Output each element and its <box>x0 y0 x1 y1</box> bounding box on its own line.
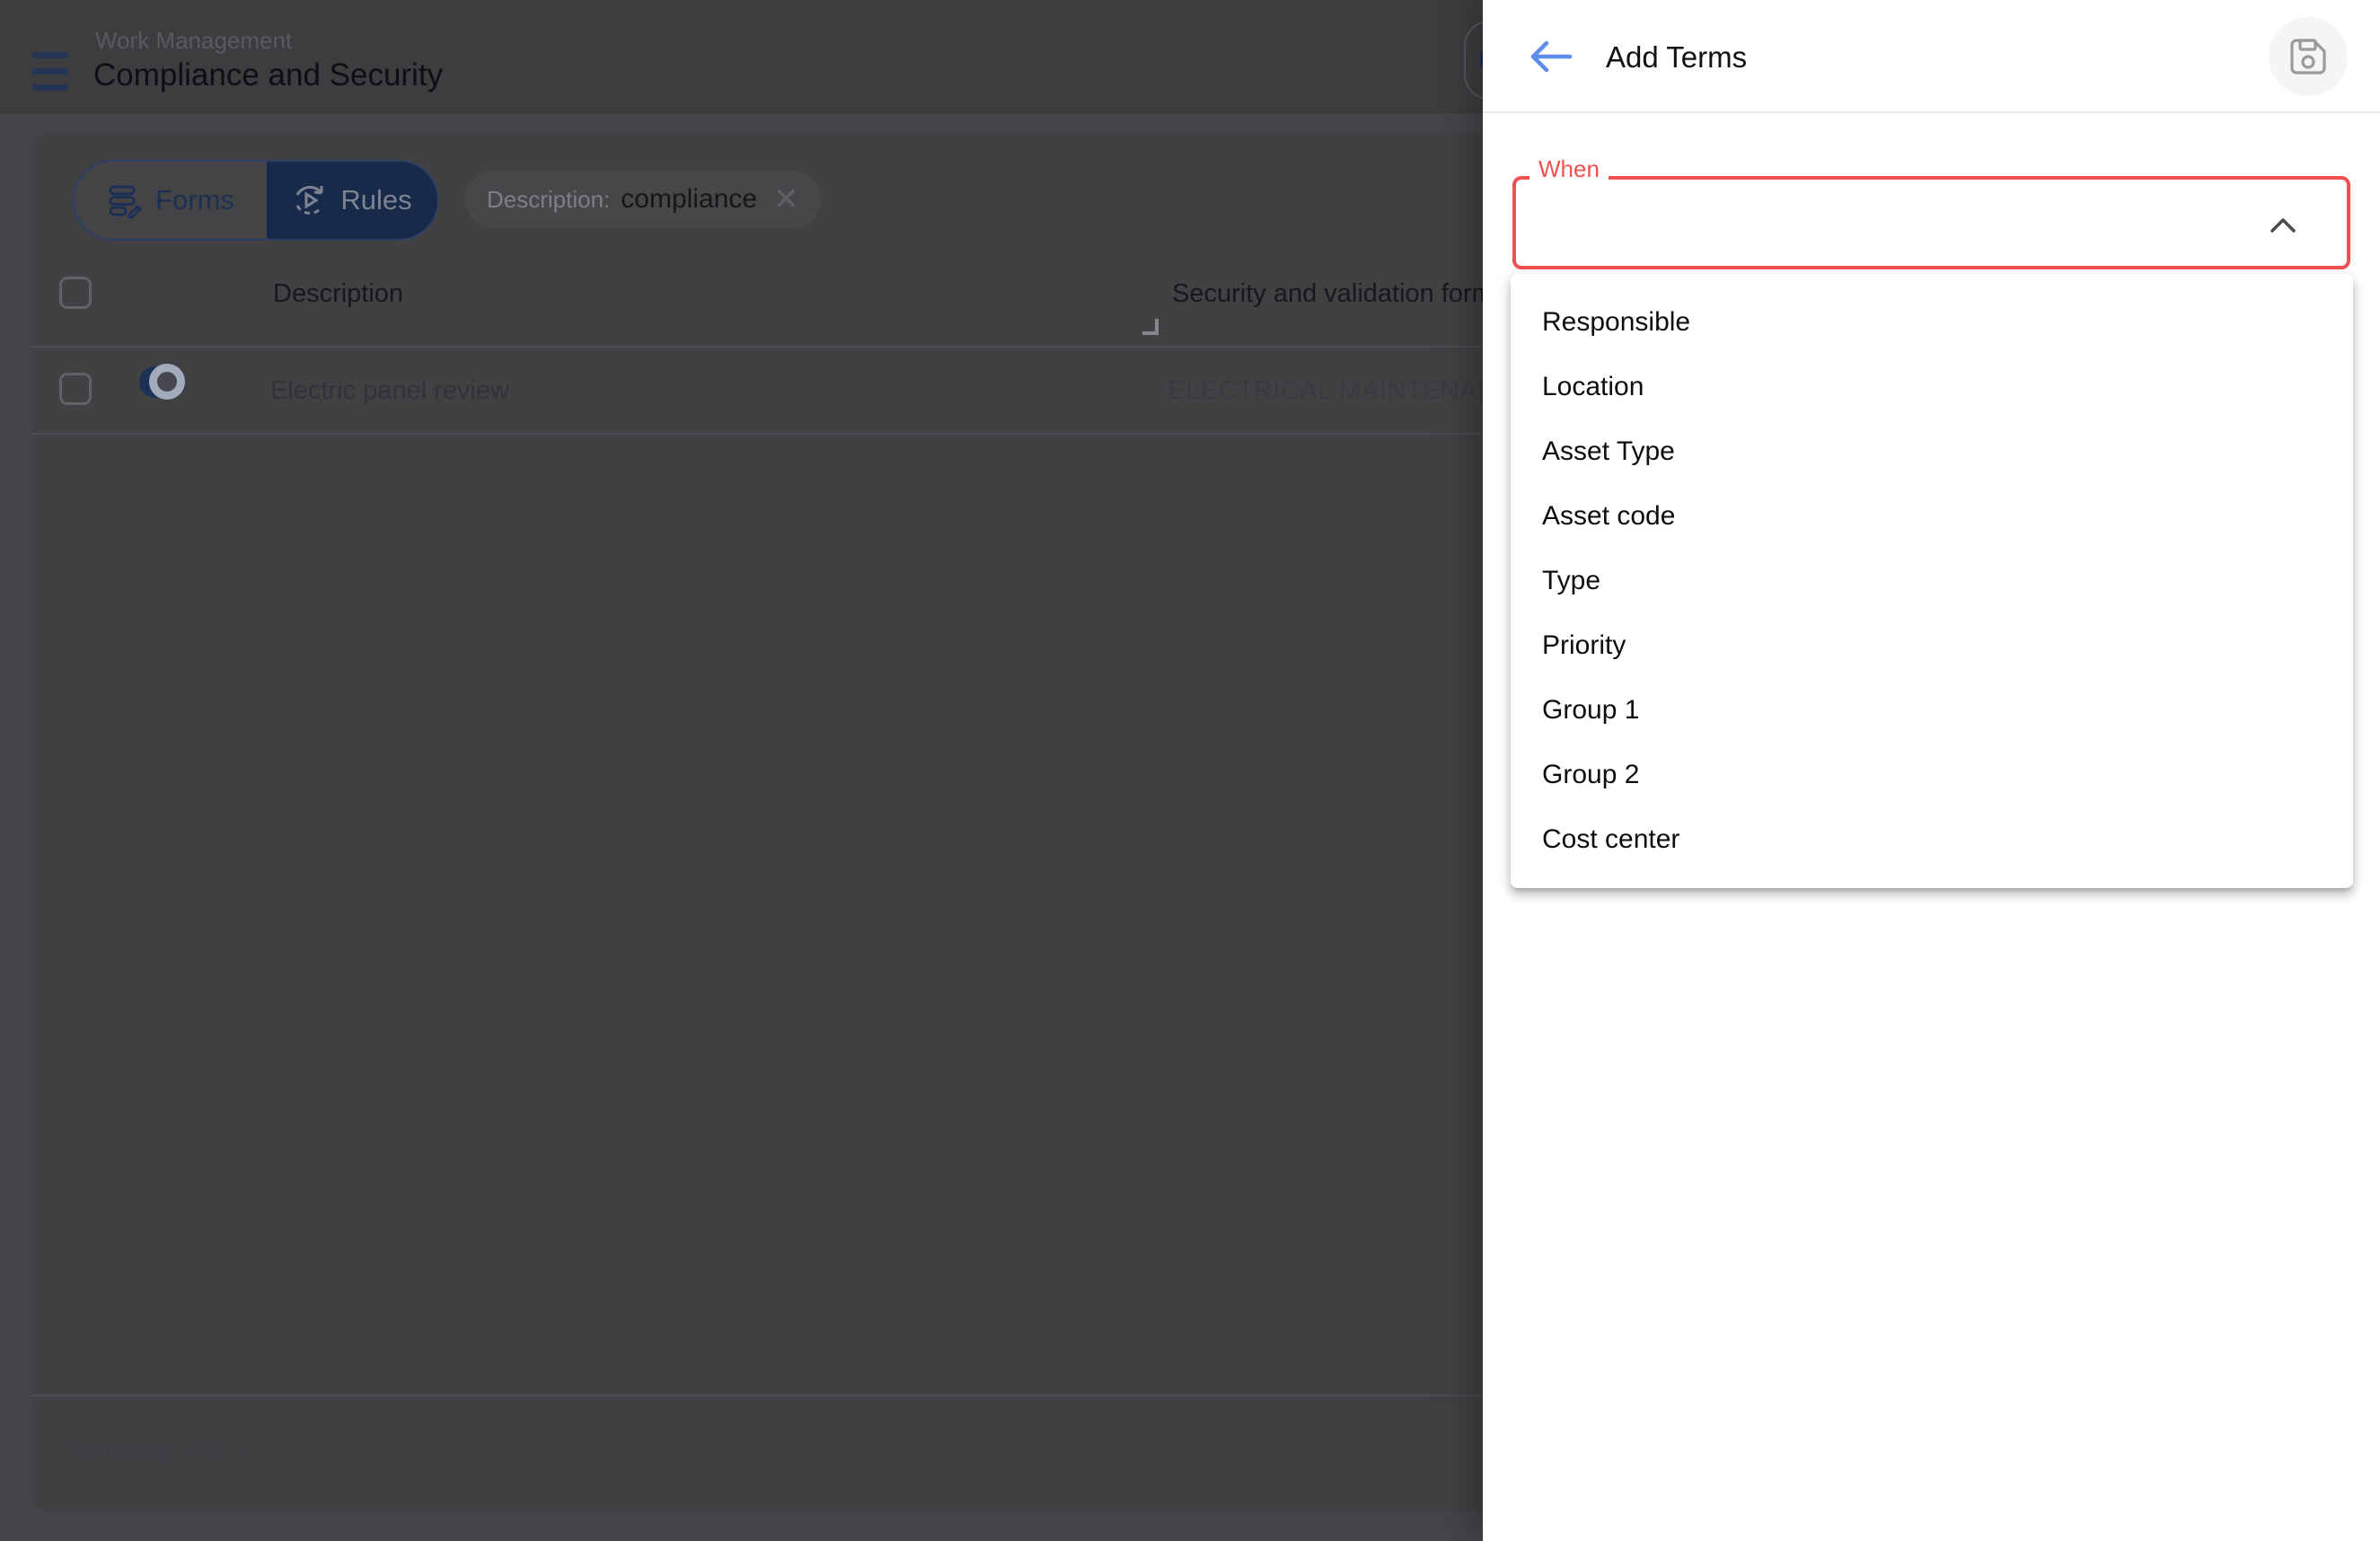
panel-title: Add Terms <box>1606 40 1747 75</box>
menu-option-asset-type[interactable]: Asset Type <box>1511 419 2353 484</box>
chevron-up-icon <box>2270 217 2296 233</box>
overlay-scrim[interactable] <box>0 0 1483 1541</box>
back-button[interactable] <box>1527 36 1575 77</box>
save-button[interactable] <box>2269 17 2348 96</box>
menu-option-group-2[interactable]: Group 2 <box>1511 743 2353 807</box>
back-arrow-icon <box>1527 36 1575 77</box>
when-field-label: When <box>1529 154 1609 183</box>
menu-option-responsible[interactable]: Responsible <box>1511 290 2353 355</box>
divider <box>1483 111 2380 113</box>
menu-option-type[interactable]: Type <box>1511 549 2353 613</box>
menu-option-asset-code[interactable]: Asset code <box>1511 484 2353 549</box>
menu-option-priority[interactable]: Priority <box>1511 613 2353 678</box>
menu-option-cost-center[interactable]: Cost center <box>1511 807 2353 872</box>
when-options-menu: Responsible Location Asset Type Asset co… <box>1511 274 2353 888</box>
when-select-field[interactable] <box>1512 176 2350 269</box>
add-terms-panel: Add Terms When Responsible Location Asse… <box>1483 0 2380 1541</box>
save-icon <box>2288 37 2328 76</box>
menu-option-location[interactable]: Location <box>1511 355 2353 419</box>
menu-option-group-1[interactable]: Group 1 <box>1511 678 2353 743</box>
